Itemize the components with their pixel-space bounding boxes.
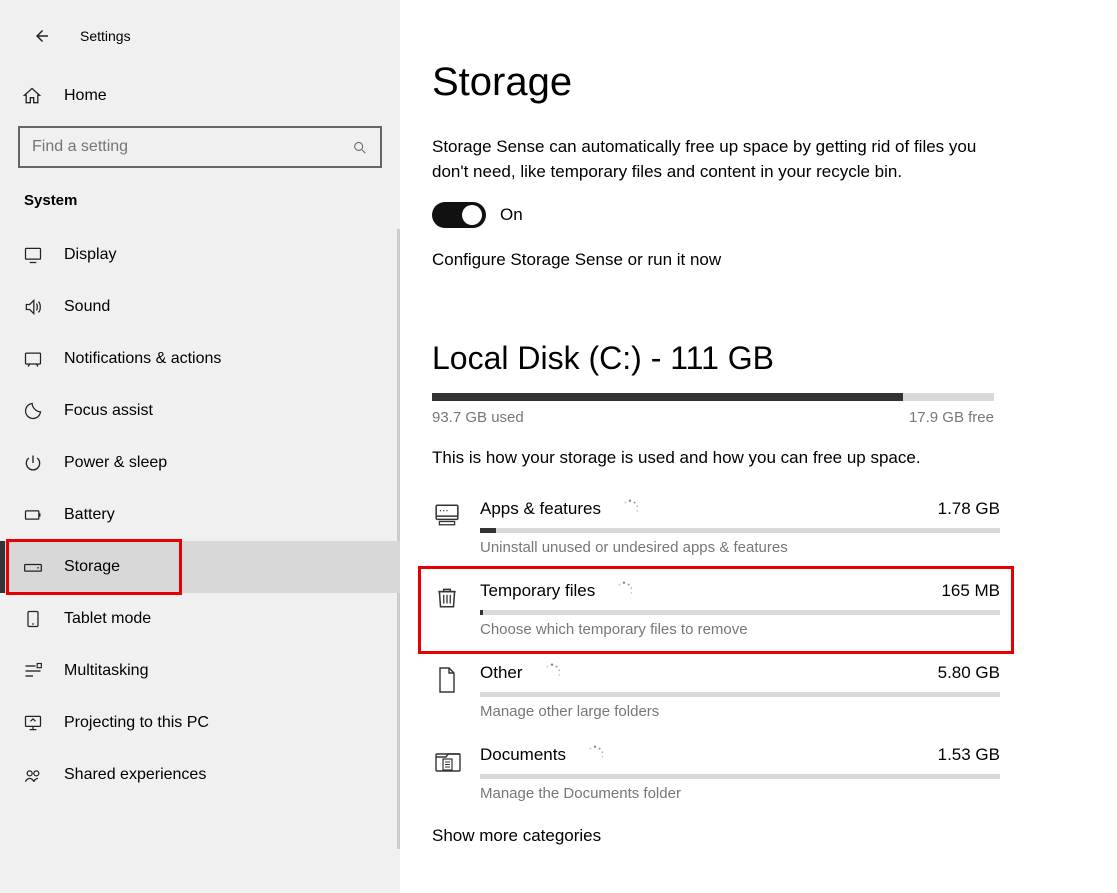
nav-label: Projecting to this PC bbox=[64, 714, 209, 732]
storage-sense-toggle[interactable] bbox=[432, 202, 486, 228]
nav-label: Power & sleep bbox=[64, 454, 167, 472]
nav-icon bbox=[22, 505, 44, 525]
home-label: Home bbox=[64, 87, 107, 105]
category-documents[interactable]: Documents 1.53 GB Manage the Documents fol… bbox=[432, 734, 1008, 816]
nav-icon bbox=[22, 245, 44, 265]
category-bar bbox=[480, 528, 1000, 533]
category-bar bbox=[480, 692, 1000, 697]
docfolder-icon bbox=[432, 744, 480, 774]
nav-list: Display Sound Notifications & actions Focus… bbox=[0, 229, 400, 801]
sidebar-item-power-sleep[interactable]: Power & sleep bbox=[0, 437, 400, 489]
page-icon bbox=[432, 662, 480, 694]
loading-spinner-icon bbox=[619, 498, 641, 520]
nav-icon bbox=[22, 713, 44, 733]
sidebar-item-display[interactable]: Display bbox=[0, 229, 400, 281]
search-container bbox=[0, 118, 400, 184]
category-size: 1.78 GB bbox=[938, 499, 1000, 519]
titlebar: Settings bbox=[0, 10, 400, 74]
loading-spinner-icon bbox=[613, 580, 635, 602]
nav-label: Notifications & actions bbox=[64, 350, 221, 368]
sidebar-item-sound[interactable]: Sound bbox=[0, 281, 400, 333]
home-nav[interactable]: Home bbox=[0, 74, 400, 118]
sidebar-item-projecting-to-this-pc[interactable]: Projecting to this PC bbox=[0, 697, 400, 749]
sidebar-item-tablet-mode[interactable]: Tablet mode bbox=[0, 593, 400, 645]
nav-icon bbox=[22, 297, 44, 317]
back-button[interactable] bbox=[24, 18, 60, 54]
storage-sense-toggle-row: On bbox=[432, 202, 1087, 228]
search-input[interactable] bbox=[18, 126, 382, 168]
app-title: Settings bbox=[80, 28, 131, 44]
nav-icon bbox=[22, 765, 44, 785]
main-content: Storage Storage Sense can automatically … bbox=[400, 0, 1117, 893]
category-list: Apps & features 1.78 GB Uninstall unused o… bbox=[432, 488, 1008, 816]
arrow-left-icon bbox=[33, 27, 51, 45]
category-size: 165 MB bbox=[941, 581, 1000, 601]
loading-spinner-icon bbox=[584, 744, 606, 766]
page-title: Storage bbox=[432, 60, 1087, 105]
nav-icon bbox=[22, 349, 44, 369]
nav-icon bbox=[22, 661, 44, 681]
disk-stats: 93.7 GB used 17.9 GB free bbox=[432, 409, 994, 426]
sidebar-item-multitasking[interactable]: Multitasking bbox=[0, 645, 400, 697]
category-subtext: Manage other large folders bbox=[480, 703, 1000, 720]
category-name: Temporary files bbox=[480, 581, 595, 601]
nav-label: Shared experiences bbox=[64, 766, 206, 784]
nav-icon bbox=[22, 557, 44, 577]
sidebar-item-focus-assist[interactable]: Focus assist bbox=[0, 385, 400, 437]
category-subtext: Choose which temporary files to remove bbox=[480, 621, 1000, 638]
loading-spinner-icon bbox=[541, 662, 563, 684]
category-bar bbox=[480, 610, 1000, 615]
nav-icon bbox=[22, 401, 44, 421]
storage-sense-description: Storage Sense can automatically free up … bbox=[432, 135, 992, 184]
category-size: 1.53 GB bbox=[938, 745, 1000, 765]
category-subtext: Manage the Documents folder bbox=[480, 785, 1000, 802]
nav-label: Display bbox=[64, 246, 116, 264]
usage-description: This is how your storage is used and how… bbox=[432, 448, 1087, 468]
monitor-icon bbox=[432, 498, 480, 528]
configure-storage-sense-link[interactable]: Configure Storage Sense or run it now bbox=[432, 250, 1087, 270]
toggle-state-label: On bbox=[500, 205, 523, 225]
category-bar bbox=[480, 774, 1000, 779]
category-name: Other bbox=[480, 663, 523, 683]
nav-label: Multitasking bbox=[64, 662, 148, 680]
disk-usage-bar bbox=[432, 393, 994, 401]
disk-used-label: 93.7 GB used bbox=[432, 409, 524, 426]
sidebar-item-battery[interactable]: Battery bbox=[0, 489, 400, 541]
nav-label: Storage bbox=[64, 558, 120, 576]
nav-label: Focus assist bbox=[64, 402, 153, 420]
show-more-categories-link[interactable]: Show more categories bbox=[432, 826, 1087, 846]
section-label: System bbox=[0, 184, 400, 229]
sidebar: Settings Home System Display Sound Notific… bbox=[0, 0, 400, 893]
sidebar-item-shared-experiences[interactable]: Shared experiences bbox=[0, 749, 400, 801]
sidebar-item-notifications-actions[interactable]: Notifications & actions bbox=[0, 333, 400, 385]
category-subtext: Uninstall unused or undesired apps & fea… bbox=[480, 539, 1000, 556]
nav-label: Sound bbox=[64, 298, 110, 316]
category-temporary-files[interactable]: Temporary files 165 MB Choose which tempor… bbox=[432, 570, 1008, 652]
category-name: Documents bbox=[480, 745, 566, 765]
nav-icon bbox=[22, 453, 44, 473]
category-name: Apps & features bbox=[480, 499, 601, 519]
nav-icon bbox=[22, 609, 44, 629]
disk-heading: Local Disk (C:) - 111 GB bbox=[432, 340, 1087, 377]
home-icon bbox=[22, 86, 44, 106]
category-apps-features[interactable]: Apps & features 1.78 GB Uninstall unused o… bbox=[432, 488, 1008, 570]
disk-usage-fill bbox=[432, 393, 903, 401]
disk-free-label: 17.9 GB free bbox=[909, 409, 994, 426]
category-other[interactable]: Other 5.80 GB Manage other large folders bbox=[432, 652, 1008, 734]
sidebar-item-storage[interactable]: Storage bbox=[0, 541, 400, 593]
nav-label: Tablet mode bbox=[64, 610, 151, 628]
nav-label: Battery bbox=[64, 506, 115, 524]
trash-icon bbox=[432, 580, 480, 610]
category-size: 5.80 GB bbox=[938, 663, 1000, 683]
search-icon bbox=[352, 140, 368, 156]
